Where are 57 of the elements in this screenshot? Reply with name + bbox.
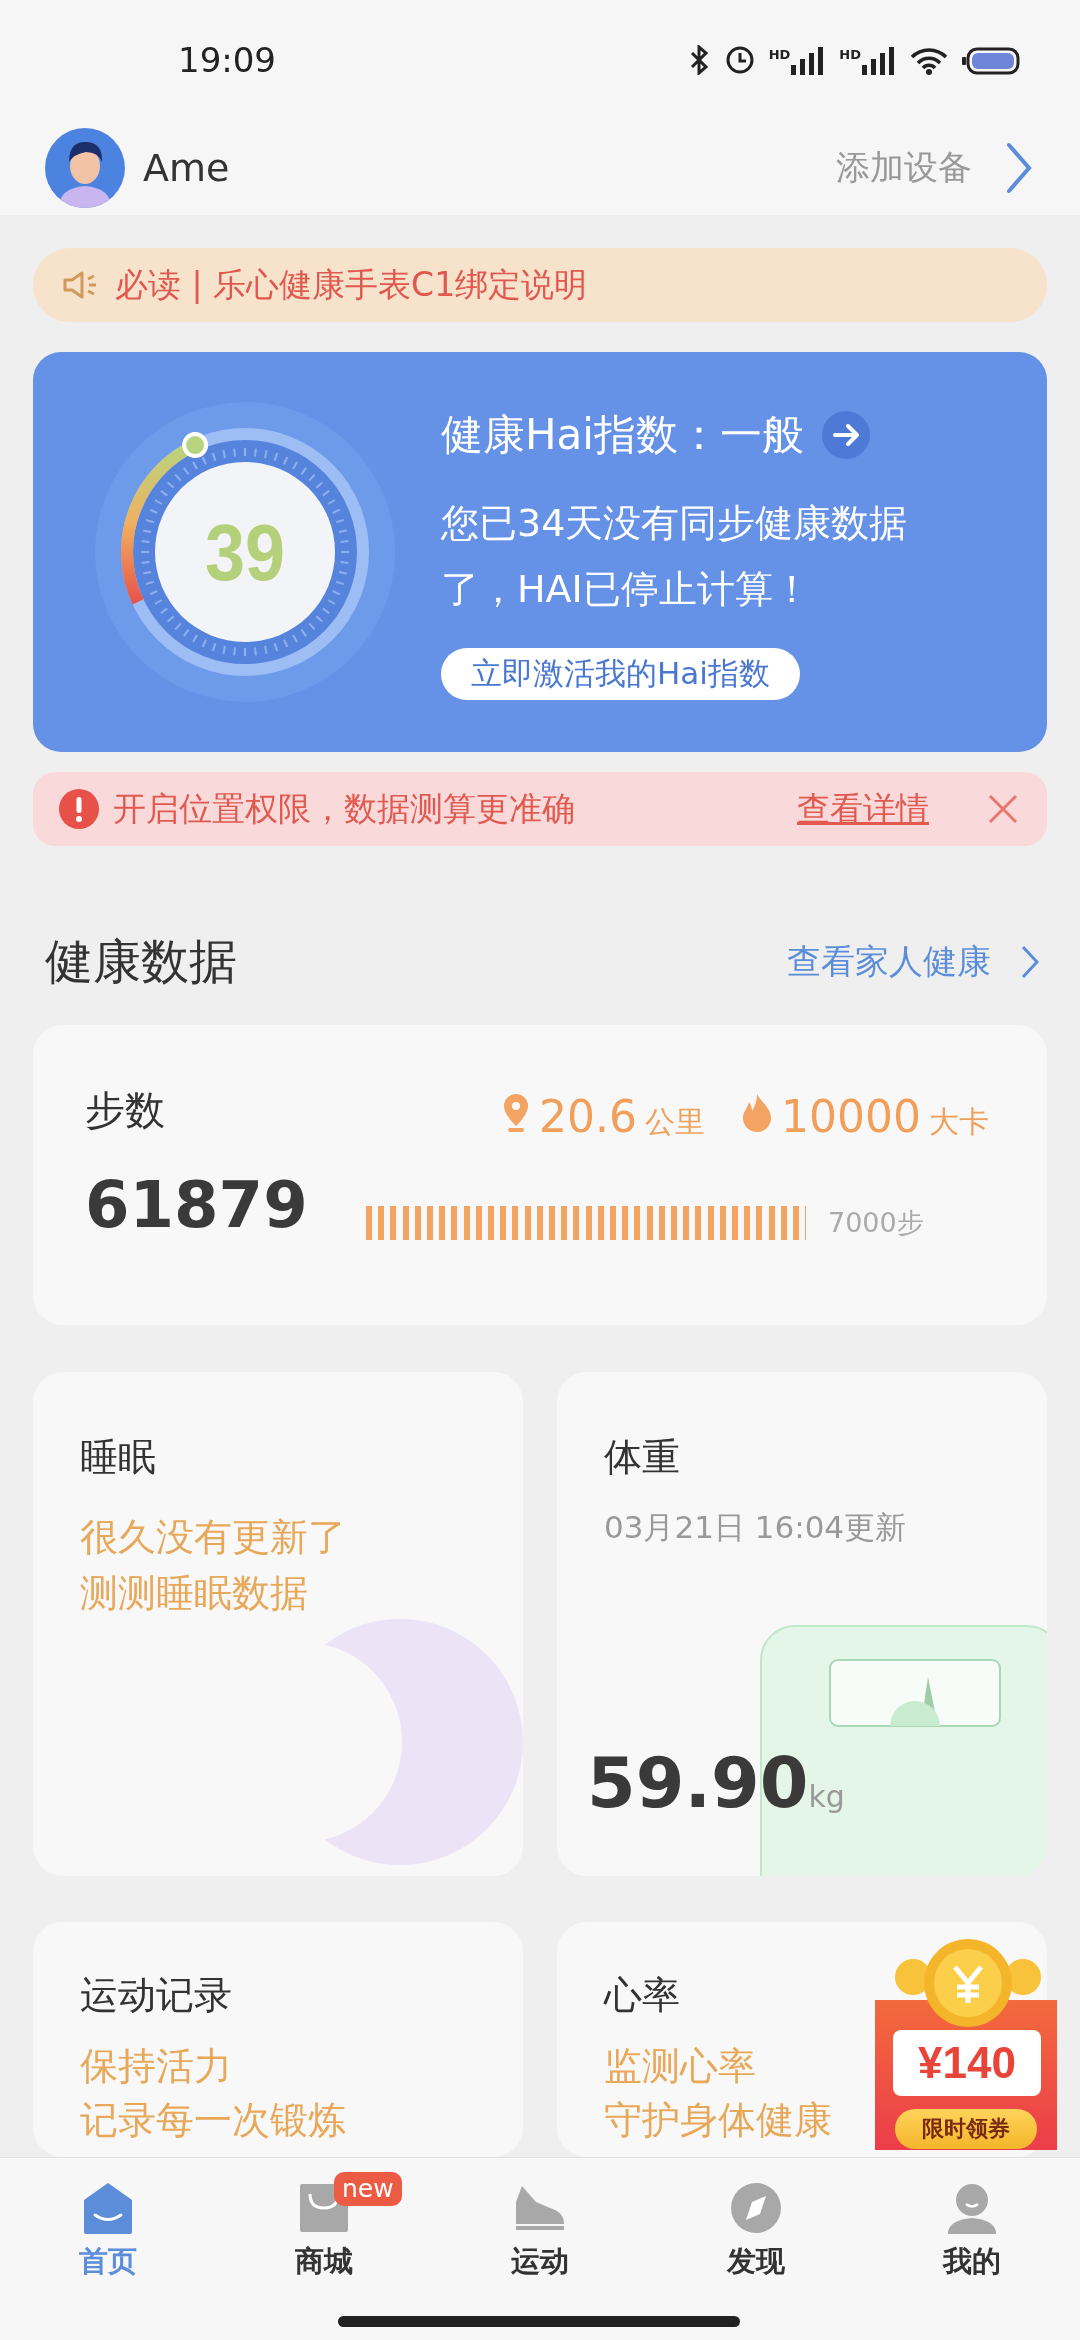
activate-button[interactable]: 立即激活我的Hai指数 xyxy=(441,648,800,700)
card-title: 体重 xyxy=(604,1434,680,1481)
signal-icon xyxy=(862,47,896,75)
network-type-label: HD xyxy=(768,47,791,62)
calories-unit: 大卡 xyxy=(929,1103,989,1141)
bluetooth-icon xyxy=(688,45,711,75)
status-time: 19:09 xyxy=(178,40,277,80)
hai-title: 健康Hai指数：一般 xyxy=(441,409,804,461)
notice-text: 必读 | 乐心健康手表C1绑定说明 xyxy=(115,263,588,306)
person-icon xyxy=(946,2182,998,2234)
claim-coupon-button[interactable]: 限时领券 xyxy=(895,2109,1037,2149)
network-type-label: HD xyxy=(839,47,861,62)
sleep-card[interactable]: 睡眠 很久没有更新了 测测睡眠数据 xyxy=(33,1372,523,1876)
signal-icon xyxy=(791,47,826,75)
chevron-right-icon[interactable] xyxy=(1021,945,1039,979)
update-time: 03月21日 16:04更新 xyxy=(604,1508,908,1547)
coupon-amount: ¥140 xyxy=(893,2030,1041,2096)
steps-card[interactable]: 步数 61879 20.6 公里 10000 大卡 7000步 xyxy=(33,1025,1047,1325)
chevron-right-icon[interactable] xyxy=(1006,141,1032,194)
arrow-right-icon[interactable] xyxy=(822,411,870,459)
card-hint: 保持活力 xyxy=(80,2043,232,2090)
steps-goal: 7000步 xyxy=(828,1206,924,1240)
new-badge: new xyxy=(334,2172,402,2206)
tab-item[interactable]: 我的 xyxy=(943,2182,1001,2282)
home-icon xyxy=(82,2182,134,2234)
card-title: 心率 xyxy=(604,1972,680,2019)
tab-item[interactable]: 发现 xyxy=(727,2182,785,2282)
user-name: Ame xyxy=(143,145,231,190)
steps-count: 61879 xyxy=(85,1168,309,1242)
speaker-icon xyxy=(63,270,97,300)
calories-value: 10000 xyxy=(781,1091,921,1142)
weight-value: 59.90 xyxy=(587,1742,809,1824)
card-hint: 很久没有更新了 xyxy=(80,1514,346,1561)
card-title: 睡眠 xyxy=(80,1434,156,1481)
section-title: 健康数据 xyxy=(45,932,238,991)
close-icon[interactable] xyxy=(987,793,1019,825)
card-hint: 守护身体健康 xyxy=(604,2097,832,2144)
wifi-icon xyxy=(910,47,948,75)
card-title: 运动记录 xyxy=(80,1972,232,2019)
distance-unit: 公里 xyxy=(645,1103,705,1141)
warning-icon xyxy=(59,789,99,829)
card-hint: 记录每一次锻炼 xyxy=(80,2097,346,2144)
hai-message: 您已34天没有同步健康数据了，HAI已停止计算！ xyxy=(441,500,909,613)
compass-icon xyxy=(730,2182,782,2234)
exercise-card[interactable]: 运动记录 保持活力 记录每一次锻炼 xyxy=(33,1922,523,2157)
battery-icon xyxy=(962,47,1020,75)
steps-label: 步数 xyxy=(85,1086,166,1135)
weight-card[interactable]: 体重 03月21日 16:04更新 59.90kg xyxy=(557,1372,1047,1876)
alarm-icon xyxy=(724,45,755,75)
distance-value: 20.6 xyxy=(539,1091,637,1142)
weight-unit: kg xyxy=(808,1779,845,1814)
tab-item[interactable]: 运动 xyxy=(511,2182,569,2282)
card-hint: 监测心率 xyxy=(604,2043,756,2090)
hai-score: 39 xyxy=(205,508,294,597)
alert-text: 开启位置权限，数据测算更准确 xyxy=(113,787,576,830)
flame-icon xyxy=(741,1092,773,1132)
card-hint: 测测睡眠数据 xyxy=(80,1570,308,1617)
